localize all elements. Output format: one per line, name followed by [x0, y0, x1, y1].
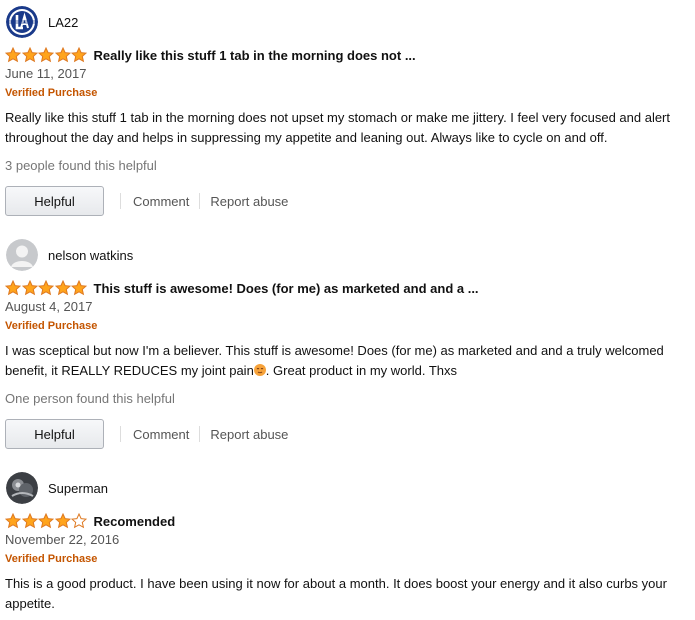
- photo-avatar-icon: [6, 472, 38, 504]
- star-empty-icon: [71, 513, 87, 529]
- verified-purchase-badge[interactable]: Verified Purchase: [5, 320, 97, 332]
- star-full-icon: [21, 513, 38, 529]
- star-full-icon: [21, 280, 38, 296]
- comment-link[interactable]: Comment: [133, 427, 189, 442]
- review-date: August 4, 2017: [5, 299, 93, 314]
- relieved-face-emoji-icon: [253, 364, 266, 376]
- helpful-button[interactable]: Helpful: [5, 186, 104, 216]
- star-full-icon: [5, 513, 21, 529]
- star-full-icon: [71, 280, 87, 296]
- reviewer-name[interactable]: nelson watkins: [48, 248, 133, 263]
- reviewer-name[interactable]: Superman: [48, 481, 108, 496]
- star-full-icon: [38, 47, 54, 63]
- divider: [120, 426, 121, 442]
- star-full-icon: [5, 47, 21, 63]
- review-title-row: This stuff is awesome! Does (for me) as …: [5, 279, 479, 297]
- star-full-icon: [38, 513, 54, 529]
- dodgers-logo-avatar-icon: [6, 6, 38, 38]
- verified-purchase-badge[interactable]: Verified Purchase: [5, 87, 97, 99]
- reviewer-profile[interactable]: Superman: [6, 472, 108, 504]
- review-title[interactable]: Recomended: [94, 514, 176, 529]
- review-body: This is a good product. I have been usin…: [5, 576, 667, 611]
- comment-link[interactable]: Comment: [133, 194, 189, 209]
- review-body: I was sceptical but now I'm a believer. …: [5, 341, 690, 381]
- review-title[interactable]: Really like this stuff 1 tab in the morn…: [94, 48, 416, 63]
- review-body: Really like this stuff 1 tab in the morn…: [5, 110, 670, 145]
- reviewer-name[interactable]: LA22: [48, 15, 78, 30]
- divider: [199, 426, 201, 442]
- star-full-icon: [21, 47, 38, 63]
- verified-purchase-badge[interactable]: Verified Purchase: [5, 553, 97, 565]
- star-full-icon: [54, 280, 71, 296]
- divider: [120, 193, 121, 209]
- report-abuse-link[interactable]: Report abuse: [210, 427, 288, 442]
- helpful-count: One person found this helpful: [5, 391, 175, 406]
- helpful-button[interactable]: Helpful: [5, 419, 104, 449]
- review-date: November 22, 2016: [5, 532, 120, 547]
- star-rating[interactable]: [5, 47, 88, 63]
- star-rating[interactable]: [5, 513, 88, 529]
- default-user-avatar-icon: [6, 239, 38, 271]
- review-title-row: Really like this stuff 1 tab in the morn…: [5, 46, 416, 64]
- star-full-icon: [54, 513, 71, 529]
- review-title[interactable]: This stuff is awesome! Does (for me) as …: [94, 281, 479, 296]
- review-actions: Helpful Comment Report abuse: [5, 419, 288, 449]
- helpful-count: 3 people found this helpful: [5, 158, 157, 173]
- divider: [199, 193, 201, 209]
- star-full-icon: [54, 47, 71, 63]
- review-title-row: Recomended: [5, 512, 175, 530]
- review-actions: Helpful Comment Report abuse: [5, 186, 288, 216]
- reviewer-profile[interactable]: LA22: [6, 6, 78, 38]
- reviewer-profile[interactable]: nelson watkins: [6, 239, 133, 271]
- star-full-icon: [71, 47, 87, 63]
- star-full-icon: [38, 280, 54, 296]
- review-date: June 11, 2017: [5, 66, 87, 81]
- review-body-part: . Great product in my world. Thxs: [265, 363, 458, 378]
- report-abuse-link[interactable]: Report abuse: [210, 194, 288, 209]
- star-rating[interactable]: [5, 280, 88, 296]
- star-full-icon: [5, 280, 21, 296]
